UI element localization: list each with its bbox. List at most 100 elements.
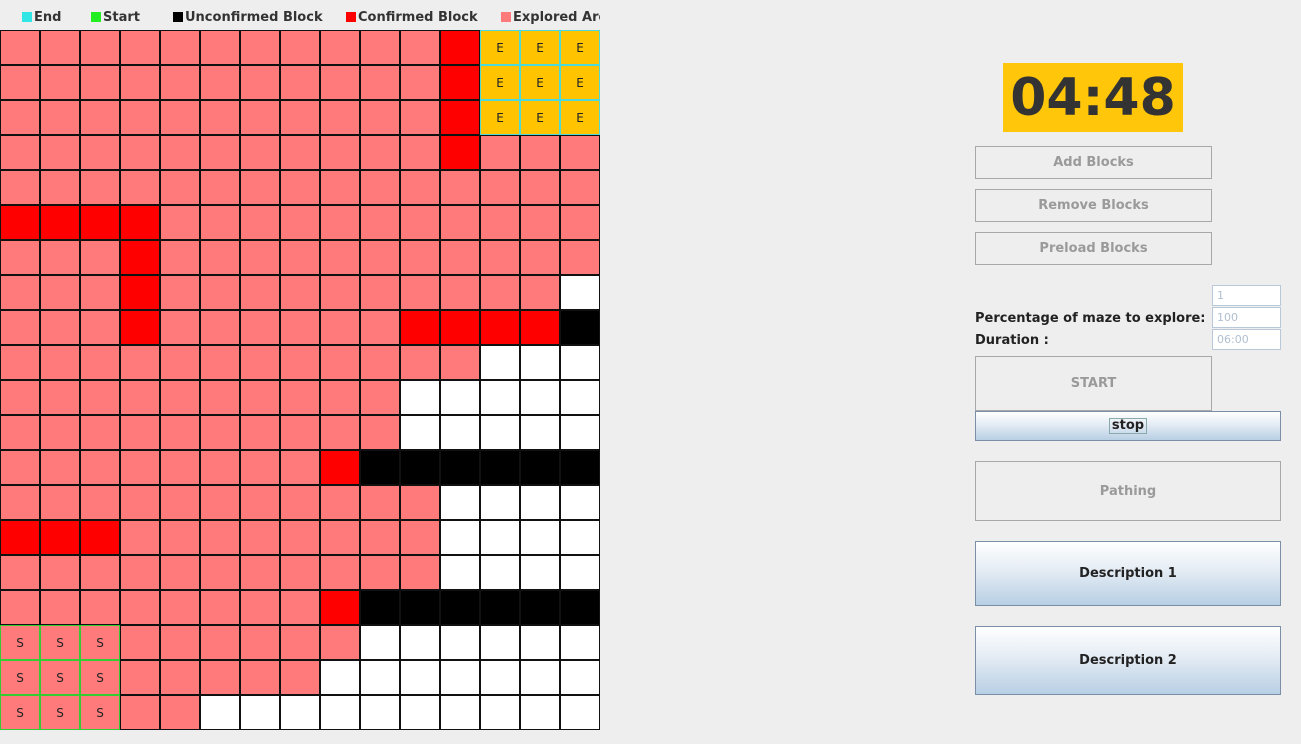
start-cell[interactable]: S <box>0 660 40 695</box>
explored-cell[interactable] <box>80 100 120 135</box>
explored-cell[interactable] <box>360 170 400 205</box>
unexplored-cell[interactable] <box>400 415 440 450</box>
explored-cell[interactable] <box>160 625 200 660</box>
explored-cell[interactable] <box>200 485 240 520</box>
explored-cell[interactable] <box>120 450 160 485</box>
explored-cell[interactable] <box>120 345 160 380</box>
explored-cell[interactable] <box>320 65 360 100</box>
unexplored-cell[interactable] <box>560 695 600 730</box>
explored-cell[interactable] <box>160 695 200 730</box>
unconfirmed-block-cell[interactable] <box>440 450 480 485</box>
explored-cell[interactable] <box>400 30 440 65</box>
explored-cell[interactable] <box>40 450 80 485</box>
unexplored-cell[interactable] <box>520 485 560 520</box>
explored-cell[interactable] <box>200 380 240 415</box>
explored-cell[interactable] <box>320 555 360 590</box>
explored-cell[interactable] <box>320 275 360 310</box>
explored-cell[interactable] <box>280 310 320 345</box>
start-cell[interactable]: S <box>80 625 120 660</box>
unexplored-cell[interactable] <box>200 695 240 730</box>
explored-cell[interactable] <box>200 590 240 625</box>
end-cell[interactable]: E <box>520 100 560 135</box>
unconfirmed-block-cell[interactable] <box>360 590 400 625</box>
explored-cell[interactable] <box>400 275 440 310</box>
explored-cell[interactable] <box>240 100 280 135</box>
explored-cell[interactable] <box>160 240 200 275</box>
unexplored-cell[interactable] <box>520 380 560 415</box>
explored-cell[interactable] <box>80 590 120 625</box>
unexplored-cell[interactable] <box>520 555 560 590</box>
explored-cell[interactable] <box>280 205 320 240</box>
explored-cell[interactable] <box>40 555 80 590</box>
explored-cell[interactable] <box>160 450 200 485</box>
explored-cell[interactable] <box>80 310 120 345</box>
explored-cell[interactable] <box>360 205 400 240</box>
explored-cell[interactable] <box>40 590 80 625</box>
pathing-button[interactable]: Pathing <box>975 461 1281 521</box>
explored-cell[interactable] <box>80 30 120 65</box>
explored-cell[interactable] <box>320 30 360 65</box>
unexplored-cell[interactable] <box>520 660 560 695</box>
unexplored-cell[interactable] <box>520 415 560 450</box>
explored-cell[interactable] <box>280 415 320 450</box>
unexplored-cell[interactable] <box>480 625 520 660</box>
unexplored-cell[interactable] <box>440 520 480 555</box>
unconfirmed-block-cell[interactable] <box>480 590 520 625</box>
explored-cell[interactable] <box>200 100 240 135</box>
explored-cell[interactable] <box>520 135 560 170</box>
explored-cell[interactable] <box>200 30 240 65</box>
explored-cell[interactable] <box>400 100 440 135</box>
unexplored-cell[interactable] <box>480 415 520 450</box>
explored-cell[interactable] <box>240 310 280 345</box>
explored-cell[interactable] <box>120 485 160 520</box>
unexplored-cell[interactable] <box>360 625 400 660</box>
explored-cell[interactable] <box>200 415 240 450</box>
start-cell[interactable]: S <box>0 695 40 730</box>
explored-cell[interactable] <box>120 380 160 415</box>
unconfirmed-block-cell[interactable] <box>360 450 400 485</box>
explored-cell[interactable] <box>40 485 80 520</box>
explored-cell[interactable] <box>400 345 440 380</box>
unexplored-cell[interactable] <box>520 345 560 380</box>
explored-cell[interactable] <box>40 415 80 450</box>
explored-cell[interactable] <box>280 590 320 625</box>
unexplored-cell[interactable] <box>440 660 480 695</box>
confirmed-block-cell[interactable] <box>120 275 160 310</box>
explored-cell[interactable] <box>440 275 480 310</box>
explored-cell[interactable] <box>160 100 200 135</box>
explored-cell[interactable] <box>120 520 160 555</box>
explored-cell[interactable] <box>480 205 520 240</box>
explored-cell[interactable] <box>360 485 400 520</box>
unexplored-cell[interactable] <box>560 485 600 520</box>
confirmed-block-cell[interactable] <box>320 590 360 625</box>
explored-cell[interactable] <box>240 135 280 170</box>
top-value-field[interactable] <box>1212 285 1281 306</box>
explored-cell[interactable] <box>560 170 600 205</box>
unexplored-cell[interactable] <box>360 695 400 730</box>
explored-cell[interactable] <box>40 310 80 345</box>
unexplored-cell[interactable] <box>440 555 480 590</box>
explored-cell[interactable] <box>120 590 160 625</box>
explored-cell[interactable] <box>280 660 320 695</box>
explored-cell[interactable] <box>0 170 40 205</box>
unexplored-cell[interactable] <box>400 625 440 660</box>
explored-cell[interactable] <box>80 380 120 415</box>
explored-cell[interactable] <box>80 485 120 520</box>
explored-cell[interactable] <box>280 275 320 310</box>
explored-cell[interactable] <box>0 555 40 590</box>
explored-cell[interactable] <box>160 415 200 450</box>
unconfirmed-block-cell[interactable] <box>560 450 600 485</box>
unexplored-cell[interactable] <box>440 415 480 450</box>
explored-cell[interactable] <box>280 135 320 170</box>
explored-cell[interactable] <box>200 625 240 660</box>
explored-cell[interactable] <box>200 240 240 275</box>
explored-cell[interactable] <box>360 100 400 135</box>
explored-cell[interactable] <box>0 590 40 625</box>
confirmed-block-cell[interactable] <box>80 520 120 555</box>
explored-cell[interactable] <box>360 345 400 380</box>
unexplored-cell[interactable] <box>280 695 320 730</box>
unconfirmed-block-cell[interactable] <box>440 590 480 625</box>
explored-cell[interactable] <box>160 135 200 170</box>
explored-cell[interactable] <box>480 170 520 205</box>
unexplored-cell[interactable] <box>560 660 600 695</box>
